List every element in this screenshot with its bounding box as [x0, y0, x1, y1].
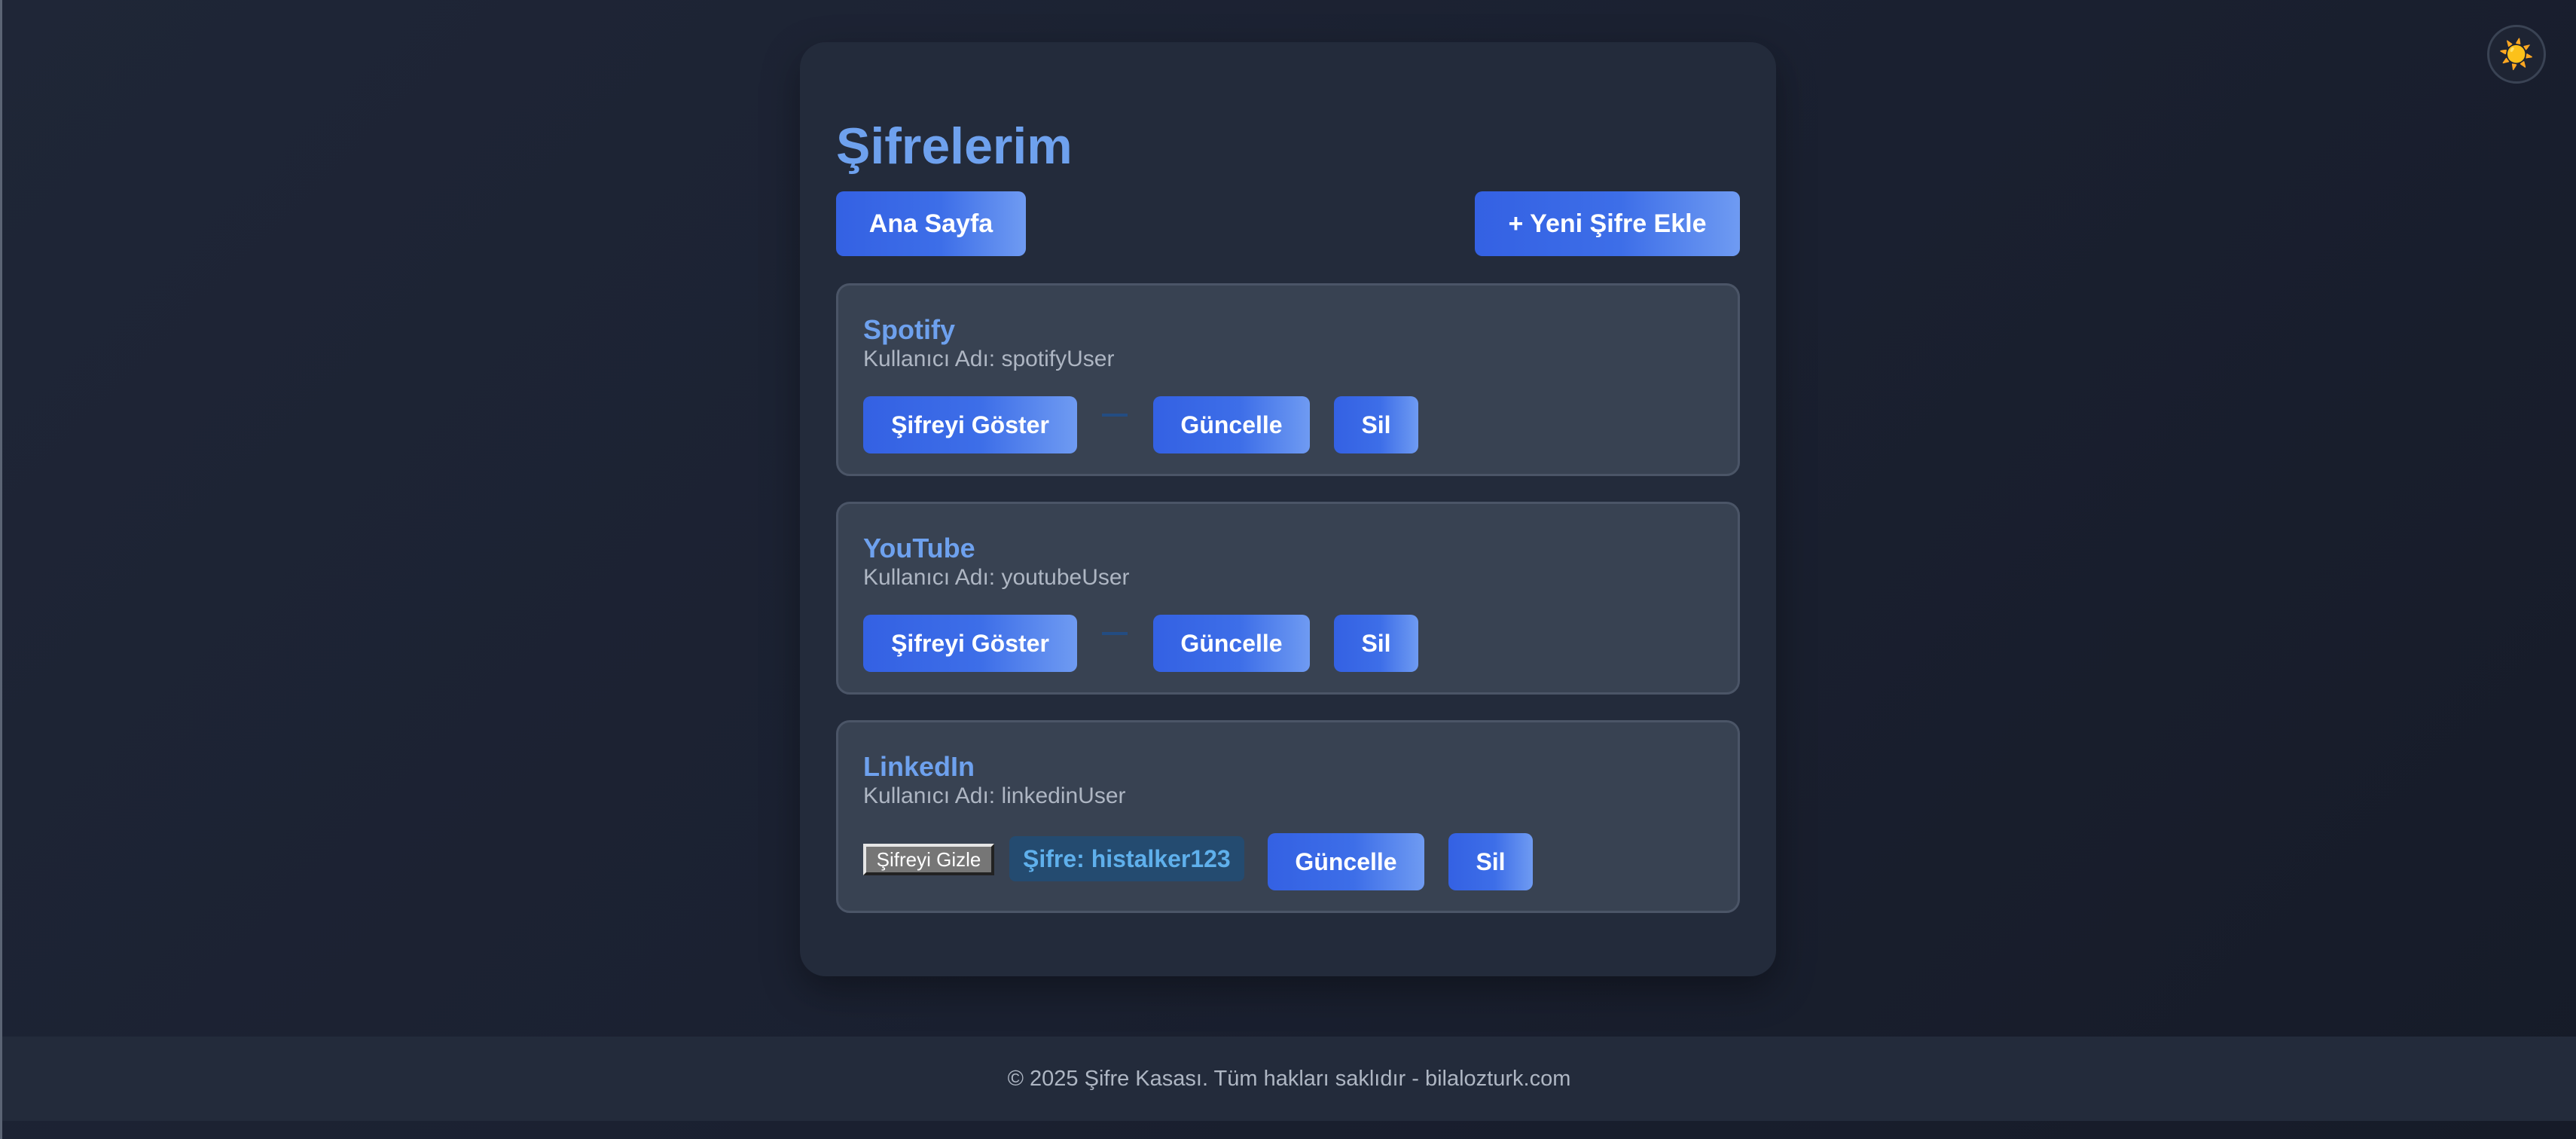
passwords-card: Şifrelerim Ana Sayfa + Yeni Şifre Ekle S… — [800, 42, 1776, 976]
delete-button[interactable]: Sil — [1334, 615, 1418, 672]
entry-username: Kullanıcı Adı: linkedinUser — [863, 783, 1126, 808]
masked-password — [1102, 414, 1128, 429]
entry-username: Kullanıcı Adı: youtubeUser — [863, 565, 1130, 590]
update-button[interactable]: Güncelle — [1153, 615, 1310, 672]
password-entry-youtube: YouTube Kullanıcı Adı: youtubeUser Şifre… — [836, 502, 1740, 695]
delete-button[interactable]: Sil — [1334, 396, 1418, 453]
home-button[interactable]: Ana Sayfa — [836, 191, 1026, 256]
entry-name: YouTube — [863, 533, 975, 563]
page-title: Şifrelerim — [836, 118, 1073, 175]
entry-username: Kullanıcı Adı: spotifyUser — [863, 347, 1115, 371]
update-button[interactable]: Güncelle — [1153, 396, 1310, 453]
sun-icon: ☀️ — [2498, 37, 2535, 71]
show-password-button[interactable]: Şifreyi Göster — [863, 396, 1077, 453]
theme-toggle-button[interactable]: ☀️ — [2487, 25, 2546, 84]
password-value: Şifre: histalker123 — [1009, 836, 1244, 881]
password-entry-spotify: Spotify Kullanıcı Adı: spotifyUser Şifre… — [836, 283, 1740, 476]
add-password-button[interactable]: + Yeni Şifre Ekle — [1475, 191, 1740, 256]
update-button[interactable]: Güncelle — [1268, 833, 1424, 890]
delete-button[interactable]: Sil — [1448, 833, 1533, 890]
hide-password-button[interactable]: Şifreyi Gizle — [863, 844, 994, 875]
entry-name: LinkedIn — [863, 751, 975, 782]
footer-text: © 2025 Şifre Kasası. Tüm hakları saklıdı… — [1007, 1066, 1571, 1091]
footer: © 2025 Şifre Kasası. Tüm hakları saklıdı… — [2, 1037, 2576, 1121]
password-entry-linkedin: LinkedIn Kullanıcı Adı: linkedinUser Şif… — [836, 720, 1740, 913]
entry-name: Spotify — [863, 314, 955, 345]
show-password-button[interactable]: Şifreyi Göster — [863, 615, 1077, 672]
masked-password — [1102, 632, 1128, 647]
